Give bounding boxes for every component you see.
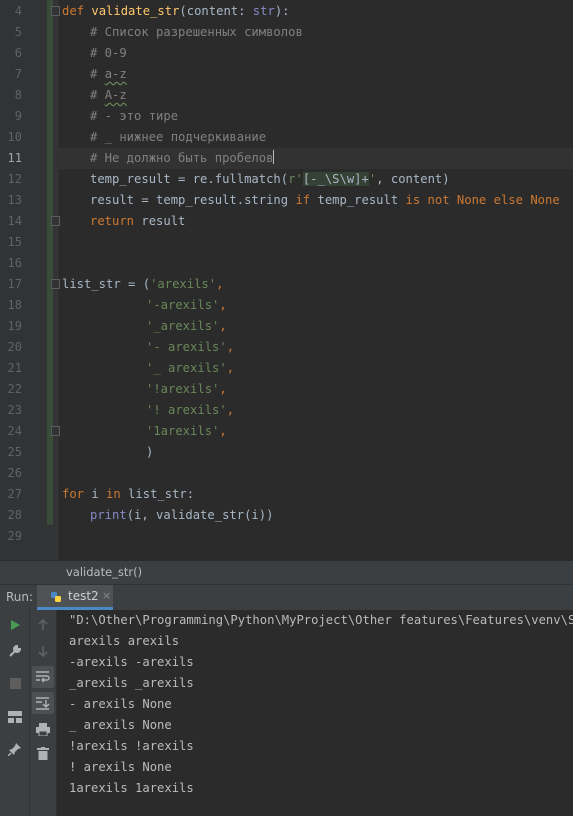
- breadcrumb[interactable]: validate_str(): [0, 560, 573, 585]
- line-number: 27: [7, 487, 22, 501]
- trash-icon[interactable]: [32, 742, 54, 764]
- text-caret: [273, 150, 275, 164]
- code-line: '1arexils',: [146, 424, 227, 438]
- line-number: 25: [7, 445, 22, 459]
- console-line: !arexils !arexils: [69, 739, 194, 753]
- python-file-icon: [51, 592, 61, 602]
- fold-marker-icon[interactable]: [51, 426, 60, 436]
- line-number: 7: [14, 67, 22, 81]
- fold-marker-icon[interactable]: [51, 216, 60, 226]
- line-number: 24: [7, 424, 22, 438]
- code-line: '-arexils',: [146, 298, 227, 312]
- console-line: -arexils -arexils: [69, 655, 194, 669]
- line-number-gutter[interactable]: 4 5 6 7 8 9 10 11 12 13 14 15 16 17 18 1…: [0, 0, 60, 560]
- line-number: 22: [7, 382, 22, 396]
- down-arrow-icon[interactable]: [32, 640, 54, 662]
- code-line: # Список разрешенных символов: [90, 25, 303, 39]
- code-line: return result: [90, 214, 186, 228]
- code-line: ): [146, 445, 154, 459]
- print-icon[interactable]: [32, 718, 54, 740]
- line-number-current: 11: [7, 151, 22, 165]
- line-number: 29: [7, 529, 22, 543]
- run-tab-test2[interactable]: test2 ×: [37, 585, 113, 610]
- code-line: print(i, validate_str(i)): [90, 508, 274, 522]
- vcs-change-marker: [47, 0, 53, 525]
- line-number: 10: [7, 130, 22, 144]
- soft-wrap-icon[interactable]: [32, 666, 54, 688]
- code-line: # _ нижнее подчеркивание: [90, 130, 267, 144]
- line-number: 20: [7, 340, 22, 354]
- run-toolbar: [0, 610, 30, 816]
- line-number: 23: [7, 403, 22, 417]
- console-line: _arexils _arexils: [69, 676, 194, 690]
- code-line: def validate_str(content: str):: [62, 4, 290, 18]
- console-line: "D:\Other\Programming\Python\MyProject\O…: [69, 613, 573, 627]
- code-line: '- arexils',: [146, 340, 235, 354]
- line-number: 12: [7, 172, 22, 186]
- line-number: 26: [7, 466, 22, 480]
- fold-marker-icon[interactable]: [51, 6, 60, 16]
- code-line: result = temp_result.string if temp_resu…: [90, 193, 560, 207]
- pin-icon[interactable]: [4, 738, 26, 760]
- code-line: # a-z: [90, 67, 127, 81]
- close-icon[interactable]: ×: [102, 589, 111, 602]
- wrench-icon[interactable]: [4, 640, 26, 662]
- code-line: list_str = ('arexils',: [62, 277, 224, 291]
- run-label: Run:: [6, 590, 34, 604]
- scroll-to-end-icon[interactable]: [32, 692, 54, 714]
- line-number: 19: [7, 319, 22, 333]
- line-number: 21: [7, 361, 22, 375]
- code-line: '! arexils',: [146, 403, 235, 417]
- run-icon[interactable]: [4, 614, 26, 636]
- layout-icon[interactable]: [4, 706, 26, 728]
- line-number: 14: [7, 214, 22, 228]
- line-number: 13: [7, 193, 22, 207]
- up-arrow-icon[interactable]: [32, 614, 54, 636]
- code-line: '_ arexils',: [146, 361, 235, 375]
- code-line: # 0-9: [90, 46, 127, 60]
- code-line: # Не должно быть пробелов: [90, 150, 275, 165]
- line-number: 18: [7, 298, 22, 312]
- line-number: 9: [14, 109, 22, 123]
- breadcrumb-item[interactable]: validate_str(): [66, 565, 142, 579]
- console-line: - arexils None: [69, 697, 172, 711]
- line-number: 4: [14, 4, 22, 18]
- console-line: _ arexils None: [69, 718, 172, 732]
- stop-icon[interactable]: [4, 672, 26, 694]
- run-console-output[interactable]: "D:\Other\Programming\Python\MyProject\O…: [57, 610, 573, 816]
- console-toolbar: [30, 610, 57, 816]
- code-line: temp_result = re.fullmatch(r'[-_\S\w]+',…: [90, 172, 450, 186]
- console-line: ! arexils None: [69, 760, 172, 774]
- code-line: '_arexils',: [146, 319, 227, 333]
- console-line: arexils arexils: [69, 634, 180, 648]
- fold-marker-icon[interactable]: [51, 279, 60, 289]
- line-number: 6: [14, 46, 22, 60]
- code-line: '!arexils',: [146, 382, 227, 396]
- code-line: for i in list_str:: [62, 487, 195, 501]
- line-number: 28: [7, 508, 22, 522]
- line-number: 5: [14, 25, 22, 39]
- code-line: # - это тире: [90, 109, 179, 123]
- line-number: 15: [7, 235, 22, 249]
- console-line: 1arexils 1arexils: [69, 781, 194, 795]
- line-number: 17: [7, 277, 22, 291]
- code-line: # A-z: [90, 88, 127, 102]
- line-number: 16: [7, 256, 22, 270]
- code-editor[interactable]: 4 5 6 7 8 9 10 11 12 13 14 15 16 17 18 1…: [0, 0, 573, 560]
- line-number: 8: [14, 88, 22, 102]
- run-tab-label: test2: [68, 589, 99, 603]
- run-tool-window-header: Run: test2 ×: [0, 584, 573, 611]
